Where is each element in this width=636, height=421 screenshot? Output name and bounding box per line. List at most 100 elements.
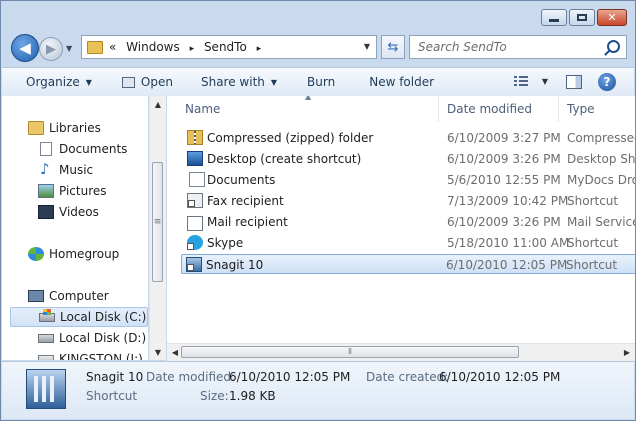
breadcrumb-windows[interactable]: Windows: [126, 40, 180, 54]
breadcrumb-separator[interactable]: ▸: [190, 44, 195, 54]
scroll-thumb[interactable]: ⦀: [181, 346, 519, 358]
address-bar[interactable]: « Windows ▸ SendTo ▸ ▼: [81, 35, 377, 59]
scroll-up-arrow-icon[interactable]: ▲: [150, 96, 166, 112]
breadcrumb-sendto[interactable]: SendTo: [204, 40, 247, 54]
desktop-icon: [187, 151, 203, 166]
computer-icon: [28, 290, 44, 302]
address-row: ◀ ▶ ▼ « Windows ▸ SendTo ▸ ▼ ⇆: [9, 32, 627, 62]
scroll-thumb[interactable]: ≡: [152, 162, 163, 282]
horizontal-scrollbar[interactable]: ◀ ⦀ ▶: [167, 343, 635, 361]
nav-documents[interactable]: Documents: [38, 139, 127, 159]
new-folder-button[interactable]: New folder: [369, 75, 434, 89]
column-date-modified[interactable]: Date modified: [439, 96, 559, 122]
mail-icon: [187, 216, 203, 231]
file-name: Documents: [207, 173, 276, 187]
file-row-desktop[interactable]: Desktop (create shortcut) 6/10/2009 3:26…: [183, 149, 635, 169]
file-row-mail[interactable]: Mail recipient 6/10/2009 3:26 PM Mail Se…: [183, 212, 635, 232]
snagit-icon: [186, 257, 202, 272]
scroll-down-arrow-icon[interactable]: ▼: [150, 344, 166, 360]
recent-pages-dropdown[interactable]: ▼: [66, 44, 72, 53]
column-label: Name: [185, 102, 221, 116]
nav-homegroup[interactable]: Homegroup: [28, 244, 119, 264]
column-label: Date modified: [447, 102, 533, 116]
address-dropdown[interactable]: ▼: [364, 42, 370, 51]
maximize-icon: [577, 14, 587, 21]
file-row-documents[interactable]: Documents 5/6/2010 12:55 PM MyDocs Drop: [183, 170, 635, 190]
usb-drive-icon: [38, 354, 54, 360]
date-modified-value: 6/10/2010 12:05 PM: [229, 370, 351, 384]
file-row-snagit[interactable]: Snagit 10 6/10/2010 12:05 PM Shortcut: [181, 254, 635, 274]
back-button[interactable]: ◀: [11, 34, 39, 62]
search-input[interactable]: [416, 39, 620, 55]
new-folder-label: New folder: [369, 75, 435, 89]
navigation-pane: Libraries Documents Music Pictures Video…: [2, 96, 148, 360]
file-date: 6/10/2009 3:27 PM: [447, 131, 561, 145]
nav-videos[interactable]: Videos: [38, 202, 99, 222]
detail-file-name: Snagit 10: [86, 370, 144, 384]
chevron-down-icon: ▼: [85, 77, 92, 87]
column-label: Type: [567, 102, 595, 116]
zip-folder-icon: [187, 130, 203, 145]
nav-scrollbar[interactable]: ▲ ≡ ▼: [149, 96, 166, 360]
preview-pane-icon[interactable]: [566, 75, 582, 89]
date-modified-label: Date modified:: [146, 370, 236, 384]
documents-icon: [40, 142, 52, 156]
size-value: 1.98 KB: [229, 389, 276, 403]
pictures-icon: [38, 184, 54, 198]
refresh-button[interactable]: ⇆: [381, 35, 405, 59]
nav-label: Documents: [59, 142, 128, 156]
column-headers: ▲ Name Date modified Type: [167, 96, 635, 122]
nav-local-disk-d[interactable]: Local Disk (D:): [38, 328, 146, 348]
detail-file-kind: Shortcut: [86, 389, 138, 403]
close-icon: ✕: [607, 11, 617, 24]
date-created-value: 6/10/2010 12:05 PM: [439, 370, 561, 384]
file-row-compressed[interactable]: Compressed (zipped) folder 6/10/2009 3:2…: [183, 128, 635, 148]
open-icon: [121, 76, 135, 88]
minimize-button[interactable]: [541, 9, 567, 26]
breadcrumb-separator[interactable]: ▸: [257, 44, 262, 54]
share-with-button[interactable]: Share with ▼: [201, 75, 277, 89]
file-row-fax[interactable]: Fax recipient 7/13/2009 10:42 PM Shortcu…: [183, 191, 635, 211]
column-name[interactable]: Name: [167, 96, 439, 122]
file-type: Desktop Sho: [567, 152, 635, 166]
maximize-button[interactable]: [569, 9, 595, 26]
open-label: Open: [140, 75, 173, 89]
file-type: MyDocs Drop: [567, 173, 635, 187]
details-view-icon: [513, 75, 528, 87]
skype-icon: [187, 235, 203, 250]
help-icon[interactable]: ?: [598, 73, 616, 91]
breadcrumb-overflow[interactable]: «: [109, 40, 116, 54]
search-box[interactable]: [409, 35, 627, 59]
refresh-icon: ⇆: [387, 39, 399, 55]
nav-label: Computer: [49, 289, 109, 303]
search-icon[interactable]: [607, 40, 620, 53]
organize-button[interactable]: Organize ▼: [26, 75, 92, 89]
music-icon: [38, 160, 54, 178]
fax-icon: [187, 193, 203, 208]
file-type: Shortcut: [567, 236, 619, 250]
nav-label: Homegroup: [49, 247, 120, 261]
file-date: 6/10/2009 3:26 PM: [447, 152, 561, 166]
forward-button[interactable]: ▶: [39, 37, 63, 61]
burn-button[interactable]: Burn: [307, 75, 335, 89]
nav-pictures[interactable]: Pictures: [38, 181, 107, 201]
column-type[interactable]: Type: [559, 96, 635, 122]
libraries-icon: [28, 121, 44, 135]
burn-label: Burn: [307, 75, 336, 89]
file-name: Compressed (zipped) folder: [207, 131, 374, 145]
nav-computer[interactable]: Computer: [28, 286, 109, 306]
close-button[interactable]: ✕: [597, 9, 627, 26]
nav-libraries[interactable]: Libraries: [28, 118, 101, 138]
file-row-skype[interactable]: Skype 5/18/2010 11:00 AM Shortcut: [183, 233, 635, 253]
nav-local-disk-c[interactable]: Local Disk (C:): [10, 307, 148, 327]
change-view-button[interactable]: ▼: [513, 75, 548, 87]
scroll-right-arrow-icon[interactable]: ▶: [619, 344, 635, 361]
nav-music[interactable]: Music: [38, 160, 93, 180]
file-name: Desktop (create shortcut): [207, 152, 362, 166]
file-type: Shortcut: [566, 258, 618, 272]
open-button[interactable]: Open: [121, 75, 173, 89]
caption-buttons: ✕: [541, 9, 627, 26]
nav-kingston[interactable]: KINGSTON (I:): [38, 349, 143, 360]
snagit-large-icon: [26, 369, 66, 409]
file-type: Compressed: [567, 131, 635, 145]
